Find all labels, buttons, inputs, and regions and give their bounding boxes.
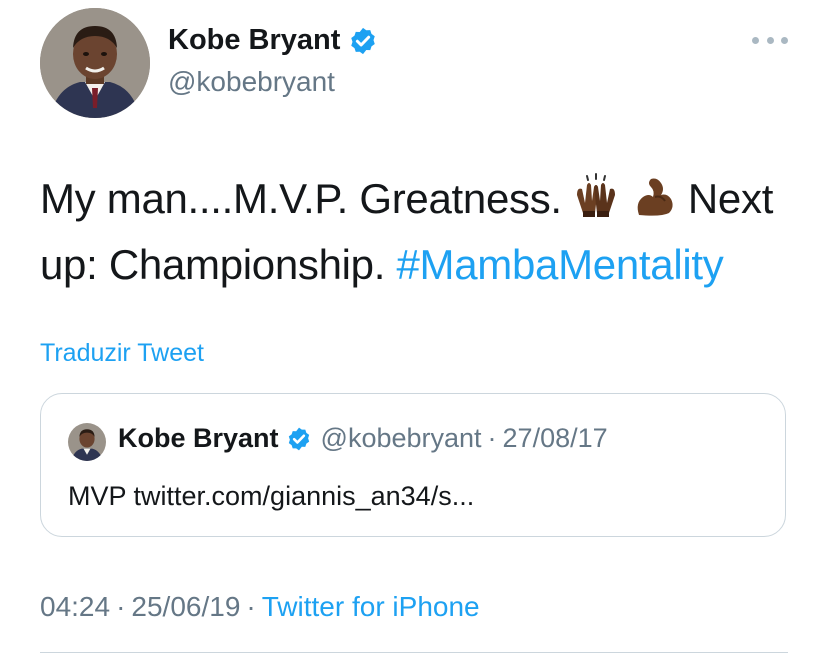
author-name-row: Kobe Bryant <box>168 24 378 57</box>
quoted-author-handle: @kobebryant <box>320 423 482 453</box>
translate-tweet-link[interactable]: Traduzir Tweet <box>40 339 204 368</box>
quoted-avatar[interactable] <box>68 423 106 461</box>
separator-dot: · <box>116 591 126 622</box>
profile-photo-icon <box>40 8 150 118</box>
quoted-tweet-date: 27/08/17 <box>502 423 608 453</box>
quoted-tweet-header: Kobe Bryant @kobebryant · 27/08/17 <box>118 423 608 454</box>
quoted-tweet-text: MVP twitter.com/giannis_an34/s... <box>68 481 475 511</box>
tweet-metadata: 04:24 · 25/06/19 · Twitter for iPhone <box>40 591 480 623</box>
separator-dot: · <box>487 423 497 453</box>
separator-dot: · <box>246 591 256 622</box>
raising-hands-emoji-icon <box>573 173 619 219</box>
verified-badge-icon <box>348 26 378 56</box>
quoted-author-name[interactable]: Kobe Bryant <box>118 423 279 454</box>
divider <box>40 652 788 653</box>
profile-photo-icon <box>68 423 106 461</box>
author-handle[interactable]: @kobebryant <box>168 66 335 98</box>
tweet-text-start: My man....M.V.P. Greatness. <box>40 175 562 222</box>
tweet-date: 25/06/19 <box>131 591 241 622</box>
avatar[interactable] <box>40 8 150 118</box>
hashtag-link[interactable]: #MambaMentality <box>397 241 724 288</box>
flexed-biceps-emoji-icon <box>631 173 677 219</box>
verified-badge-icon <box>286 426 312 452</box>
quoted-tweet-card[interactable]: Kobe Bryant @kobebryant · 27/08/17 MVP t… <box>40 393 786 537</box>
tweet-source-link[interactable]: Twitter for iPhone <box>262 591 480 622</box>
author-name[interactable]: Kobe Bryant <box>168 24 340 57</box>
tweet-text: My man....M.V.P. Greatness. Next up: Cha… <box>40 166 800 298</box>
tweet-time: 04:24 <box>40 591 111 622</box>
more-options-icon[interactable] <box>752 30 788 50</box>
